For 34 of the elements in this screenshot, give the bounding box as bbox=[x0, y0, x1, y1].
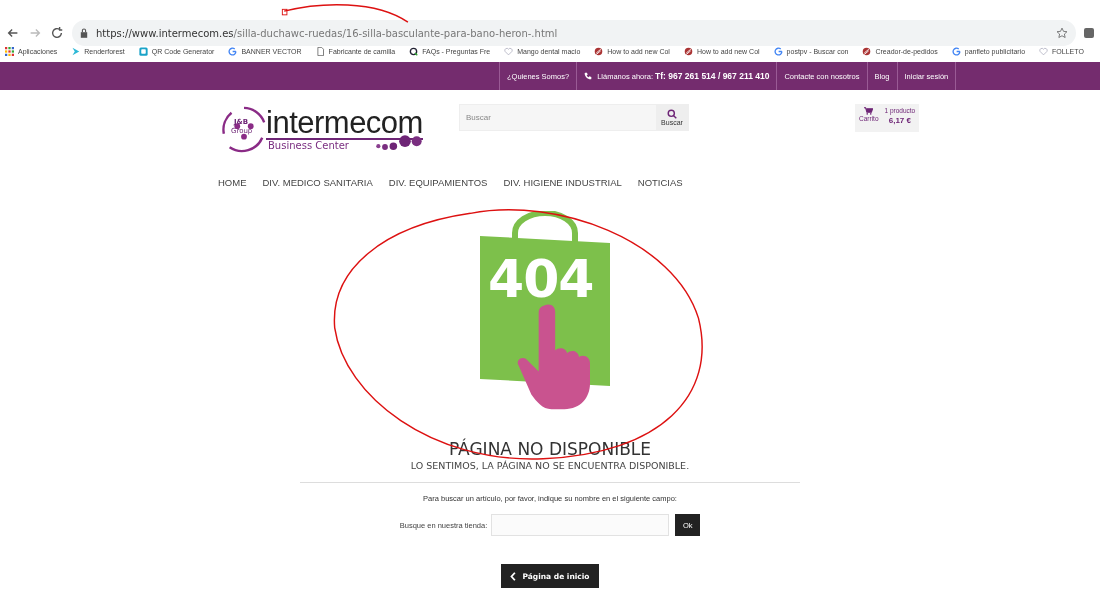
star-icon[interactable] bbox=[1056, 27, 1068, 39]
round-logo-icon bbox=[594, 46, 604, 56]
nav-link[interactable]: DIV. EQUIPAMIENTOS bbox=[388, 177, 488, 191]
heart-icon bbox=[504, 46, 514, 56]
magnifier-icon bbox=[409, 46, 419, 56]
g-letter-icon bbox=[773, 46, 783, 56]
error-code: 404 bbox=[488, 249, 594, 309]
nav-link[interactable]: DIV. HIGIENE INDUSTRIAL bbox=[503, 177, 622, 191]
forward-icon[interactable] bbox=[28, 26, 42, 40]
bubbles-icon bbox=[375, 132, 425, 152]
cart-icon bbox=[864, 107, 874, 115]
nav-link[interactable]: DIV. MEDICO SANITARIA bbox=[262, 177, 373, 191]
nav-link[interactable]: HOME bbox=[218, 177, 247, 191]
address-bar[interactable]: https://www.intermecom.es/silla-duchawc-ruedas/16-silla-basculante-para-bano-heron-.html bbox=[72, 20, 1076, 46]
reload-icon[interactable] bbox=[50, 26, 64, 40]
heart-icon bbox=[1039, 46, 1049, 56]
lock-icon bbox=[80, 28, 88, 38]
extension-icon[interactable] bbox=[1084, 28, 1094, 38]
error-subtitle: LO SENTIMOS, LA PÁGINA NO SE ENCUENTRA DISPONIBLE. bbox=[410, 460, 690, 471]
logo-tagline: Business Center bbox=[268, 140, 349, 151]
chevron-left-icon bbox=[510, 571, 517, 581]
search-icon bbox=[667, 109, 677, 119]
nav-link[interactable]: NOTICIAS bbox=[637, 177, 683, 191]
square-icon bbox=[138, 46, 148, 56]
apps-grid-icon bbox=[5, 46, 14, 56]
round-logo-icon bbox=[683, 46, 693, 56]
cart-total: 6,17 € bbox=[888, 116, 911, 125]
round-logo-icon bbox=[862, 46, 872, 56]
back-icon[interactable] bbox=[6, 26, 20, 40]
store-search-field[interactable] bbox=[491, 514, 670, 536]
phone-icon bbox=[584, 72, 593, 80]
document-icon bbox=[315, 46, 325, 56]
g-letter-icon bbox=[951, 46, 961, 56]
g-letter-icon bbox=[228, 46, 238, 56]
